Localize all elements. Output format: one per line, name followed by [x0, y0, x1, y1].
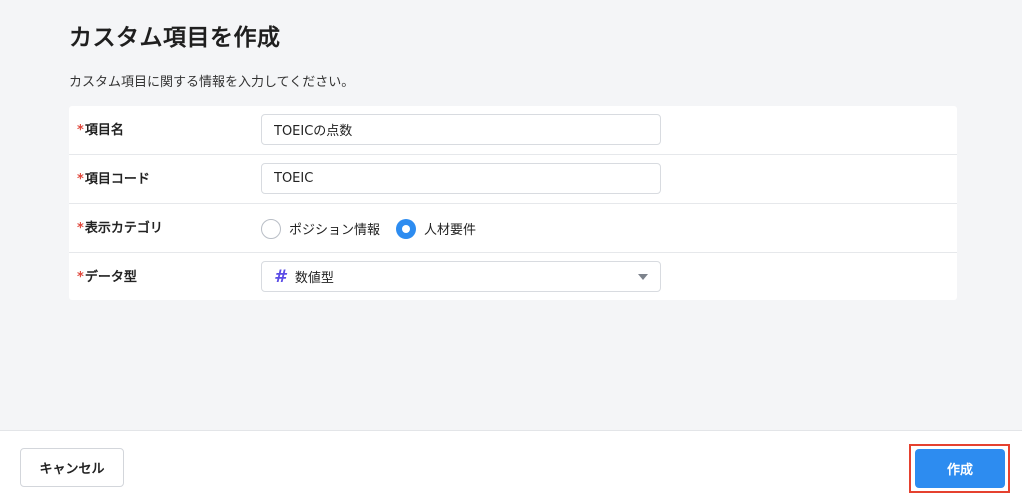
required-mark: * [77, 221, 84, 236]
create-button[interactable]: 作成 [915, 449, 1005, 488]
radio-option-position-info[interactable]: ポジション情報 [261, 218, 381, 239]
radio-option-talent-requirements[interactable]: 人材要件 [396, 218, 477, 239]
radio-label-talent-requirements: 人材要件 [424, 223, 477, 238]
required-mark: * [77, 172, 84, 187]
radio-label-position-info: ポジション情報 [289, 223, 381, 238]
display-category-label: *表示カテゴリ [77, 204, 163, 253]
form-row-data-type: *データ型 # 数値型 [69, 253, 957, 302]
radio-checked-icon[interactable] [396, 218, 417, 239]
data-type-select[interactable]: # 数値型 [261, 261, 661, 292]
required-mark: * [77, 270, 84, 285]
hash-icon: # [274, 266, 286, 287]
item-name-input[interactable] [261, 114, 661, 145]
page-description: カスタム項目に関する情報を入力してください。 [69, 75, 355, 90]
main-content: カスタム項目を作成 カスタム項目に関する情報を入力してください。 *項目名 *項… [0, 0, 1022, 430]
form-row-display-category: *表示カテゴリ ポジション情報 人材要件 [69, 204, 957, 253]
page-title: カスタム項目を作成 [69, 25, 281, 51]
item-name-label: *項目名 [77, 106, 124, 155]
form-row-item-code: *項目コード [69, 155, 957, 204]
chevron-down-icon[interactable] [638, 273, 648, 280]
footer-bar: キャンセル 作成 [0, 430, 1022, 501]
display-category-label-text: 表示カテゴリ [84, 221, 163, 236]
item-code-input[interactable] [261, 163, 661, 194]
item-code-label: *項目コード [77, 155, 150, 204]
item-code-label-text: 項目コード [84, 172, 150, 187]
cancel-button[interactable]: キャンセル [20, 448, 124, 487]
required-mark: * [77, 123, 84, 138]
radio-unchecked-icon[interactable] [261, 218, 281, 239]
form-card: *項目名 *項目コード *表示カテゴリ ポジション情報 人材要件 *データ型 [69, 106, 957, 300]
data-type-label-text: データ型 [84, 270, 137, 285]
display-category-radio-group: ポジション情報 人材要件 [261, 204, 492, 253]
item-name-label-text: 項目名 [84, 123, 124, 138]
data-type-label: *データ型 [77, 253, 137, 302]
data-type-value: 数値型 [294, 271, 334, 286]
form-row-item-name: *項目名 [69, 106, 957, 155]
